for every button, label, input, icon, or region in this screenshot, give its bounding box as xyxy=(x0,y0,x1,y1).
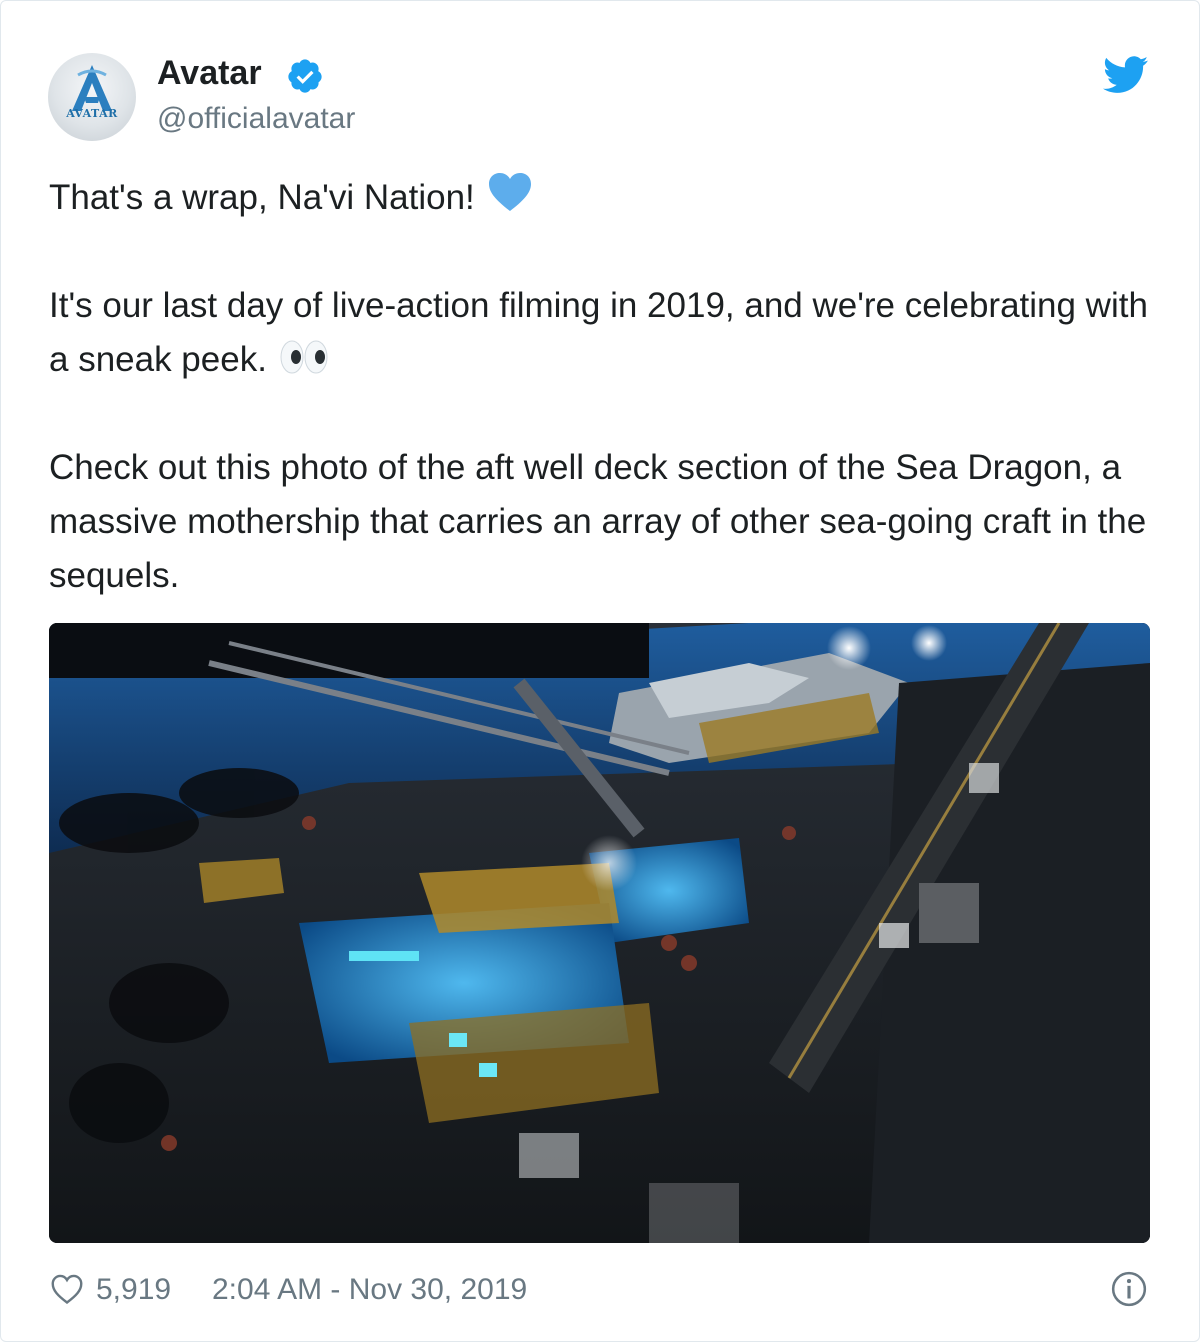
tweet-paragraph-text: Check out this photo of the aft well dec… xyxy=(49,448,1147,595)
verified-badge-icon xyxy=(288,59,322,93)
tweet-paragraph-text: It's our last day of live-action filming… xyxy=(49,286,1148,379)
info-icon[interactable] xyxy=(1110,1270,1148,1308)
heart-outline-icon[interactable] xyxy=(49,1271,85,1307)
author-name[interactable]: Avatar xyxy=(157,53,262,93)
tweet-paragraph: That's a wrap, Na'vi Nation! xyxy=(49,171,1159,225)
tweet-paragraph-text: That's a wrap, Na'vi Nation! xyxy=(49,178,475,217)
tweet-footer: 5,919 2:04 AM - Nov 30, 2019 xyxy=(49,1269,1150,1313)
tweet-timestamp[interactable]: 2:04 AM - Nov 30, 2019 xyxy=(212,1271,527,1309)
avatar-logo-icon xyxy=(72,65,112,111)
profile-avatar[interactable]: AVATAR xyxy=(48,53,136,141)
tweet-body: That's a wrap, Na'vi Nation! It's our la… xyxy=(49,171,1159,603)
blue-heart-icon xyxy=(488,173,531,211)
tweet-photo[interactable] xyxy=(49,623,1150,1243)
tweet-paragraph: It's our last day of live-action filming… xyxy=(49,279,1159,387)
avatar-logo-text: AVATAR xyxy=(66,107,118,120)
twitter-bird-icon[interactable] xyxy=(1103,56,1149,94)
film-set-photo xyxy=(49,623,1150,1243)
tweet-card: AVATAR Avatar @officialavatar That's a w… xyxy=(0,0,1200,1342)
tweet-paragraph: Check out this photo of the aft well dec… xyxy=(49,441,1159,603)
like-count[interactable]: 5,919 xyxy=(96,1271,171,1309)
author-handle[interactable]: @officialavatar xyxy=(157,101,355,137)
eyes-icon xyxy=(280,340,328,374)
